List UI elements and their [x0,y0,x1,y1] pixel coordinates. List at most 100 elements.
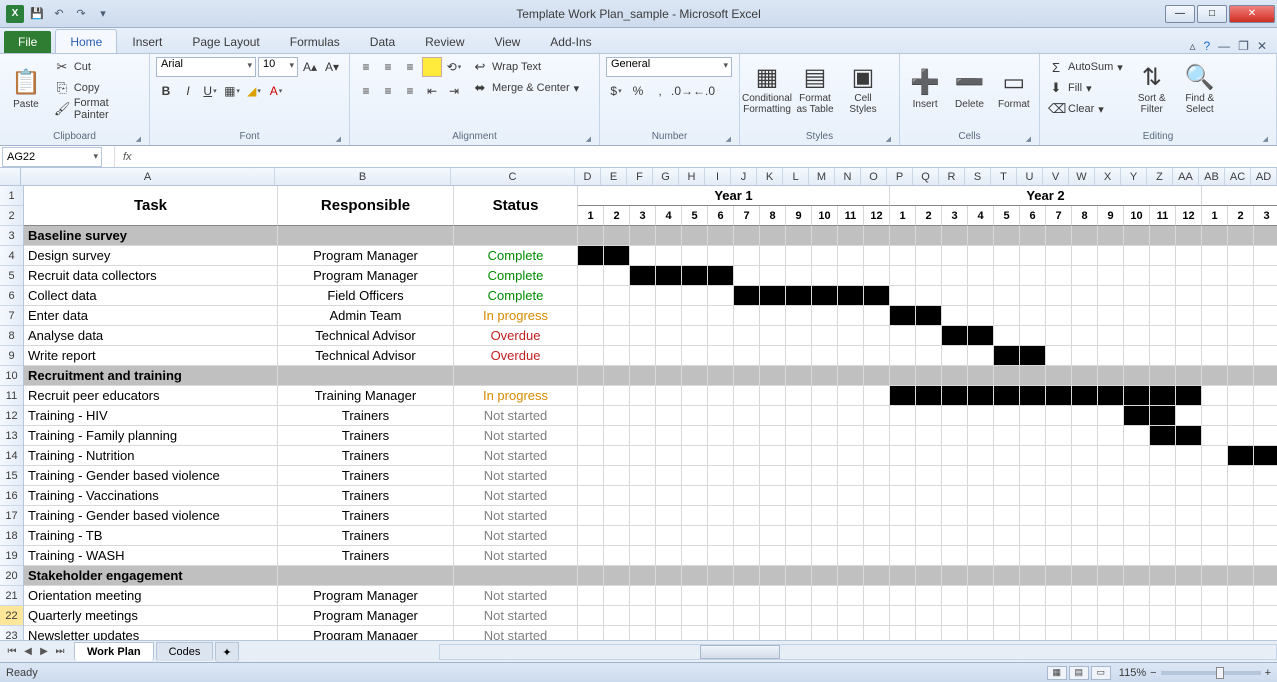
gantt-cell[interactable] [1098,226,1124,246]
gantt-cell[interactable] [1098,426,1124,446]
gantt-cell[interactable] [1202,586,1228,606]
gantt-cell[interactable] [812,366,838,386]
gantt-cell[interactable] [760,506,786,526]
gantt-cell[interactable] [1254,226,1277,246]
gantt-cell[interactable] [578,526,604,546]
gantt-cell[interactable] [578,486,604,506]
gantt-cell[interactable] [1228,346,1254,366]
gantt-cell[interactable] [1020,326,1046,346]
task-cell[interactable]: Recruit peer educators [24,386,278,406]
gantt-cell[interactable] [812,486,838,506]
gantt-cell[interactable] [604,546,630,566]
gantt-cell[interactable] [1150,286,1176,306]
gantt-cell[interactable] [916,506,942,526]
gantt-cell[interactable] [1020,466,1046,486]
gantt-cell[interactable] [578,286,604,306]
gantt-cell[interactable] [1150,586,1176,606]
gantt-cell[interactable] [682,446,708,466]
gantt-cell[interactable] [1046,586,1072,606]
gantt-cell[interactable] [1202,526,1228,546]
table-row[interactable]: Recruit peer educatorsTraining ManagerIn… [24,386,1277,406]
gantt-cell[interactable] [864,326,890,346]
gantt-cell[interactable] [812,306,838,326]
gantt-cell[interactable] [1202,386,1228,406]
gantt-cell[interactable] [760,326,786,346]
gantt-cell[interactable] [734,486,760,506]
maximize-button[interactable]: □ [1197,5,1227,23]
gantt-cell[interactable] [838,506,864,526]
col-header-R[interactable]: R [939,168,965,185]
gantt-cell[interactable] [578,366,604,386]
gantt-cell[interactable] [968,446,994,466]
gantt-cell[interactable] [656,426,682,446]
gantt-cell[interactable] [1254,326,1277,346]
gantt-cell[interactable] [1020,486,1046,506]
gantt-cell[interactable] [942,426,968,446]
gantt-cell[interactable] [890,606,916,626]
gantt-cell[interactable] [942,466,968,486]
gantt-cell[interactable] [1150,546,1176,566]
gantt-cell[interactable] [708,326,734,346]
gantt-cell[interactable] [630,546,656,566]
gantt-cell[interactable] [1176,266,1202,286]
gantt-cell[interactable] [994,546,1020,566]
status-cell[interactable]: In progress [454,306,578,326]
gantt-cell[interactable] [968,466,994,486]
gantt-cell[interactable] [838,326,864,346]
gantt-cell[interactable] [890,466,916,486]
table-row[interactable]: Training - Gender based violenceTrainers… [24,466,1277,486]
gantt-cell[interactable] [1046,506,1072,526]
gantt-cell[interactable] [942,226,968,246]
page-layout-view-icon[interactable]: ▤ [1069,666,1089,680]
gantt-cell[interactable] [942,606,968,626]
gantt-cell[interactable] [1254,306,1277,326]
zoom-out-icon[interactable]: − [1150,667,1156,679]
gantt-cell[interactable] [968,286,994,306]
gantt-cell[interactable] [812,546,838,566]
gantt-cell[interactable] [1098,486,1124,506]
table-row[interactable]: Analyse dataTechnical AdvisorOverdue [24,326,1277,346]
gantt-cell[interactable] [630,506,656,526]
align-right-icon[interactable]: ≡ [400,81,420,101]
gantt-cell[interactable] [1202,626,1228,640]
task-cell[interactable]: Training - Nutrition [24,446,278,466]
gantt-cell[interactable] [916,426,942,446]
gantt-cell[interactable] [1176,626,1202,640]
gantt-cell[interactable] [1176,606,1202,626]
gantt-cell[interactable] [1098,446,1124,466]
gantt-cell[interactable] [812,526,838,546]
gantt-cell[interactable] [916,346,942,366]
gantt-cell[interactable] [1202,246,1228,266]
gantt-cell[interactable] [604,386,630,406]
gantt-cell[interactable] [682,226,708,246]
gantt-cell[interactable] [1046,426,1072,446]
gantt-cell[interactable] [578,306,604,326]
gantt-cell[interactable] [1254,346,1277,366]
gantt-cell[interactable] [1124,566,1150,586]
gantt-cell[interactable] [578,406,604,426]
find-select-button[interactable]: 🔍Find & Select [1179,57,1221,123]
gantt-cell[interactable] [630,266,656,286]
window-close-icon[interactable]: ✕ [1257,39,1267,53]
gantt-cell[interactable] [1228,446,1254,466]
gantt-cell[interactable] [942,246,968,266]
gantt-cell[interactable] [994,406,1020,426]
gantt-cell[interactable] [656,486,682,506]
row-header-3[interactable]: 3 [0,226,23,246]
gantt-cell[interactable] [916,466,942,486]
gantt-cell[interactable] [1020,226,1046,246]
delete-cells-button[interactable]: ➖Delete [950,57,988,123]
gantt-cell[interactable] [786,506,812,526]
table-row[interactable]: Design surveyProgram ManagerComplete [24,246,1277,266]
sheet-nav-last-icon[interactable]: ⏭ [52,646,68,657]
gantt-cell[interactable] [656,526,682,546]
border-button[interactable]: ▦ [222,81,242,101]
gantt-cell[interactable] [1020,266,1046,286]
gantt-cell[interactable] [656,586,682,606]
close-button[interactable]: ✕ [1229,5,1275,23]
gantt-cell[interactable] [656,226,682,246]
gantt-cell[interactable] [1254,606,1277,626]
review-tab[interactable]: Review [410,29,479,53]
gantt-cell[interactable] [916,406,942,426]
gantt-cell[interactable] [734,266,760,286]
